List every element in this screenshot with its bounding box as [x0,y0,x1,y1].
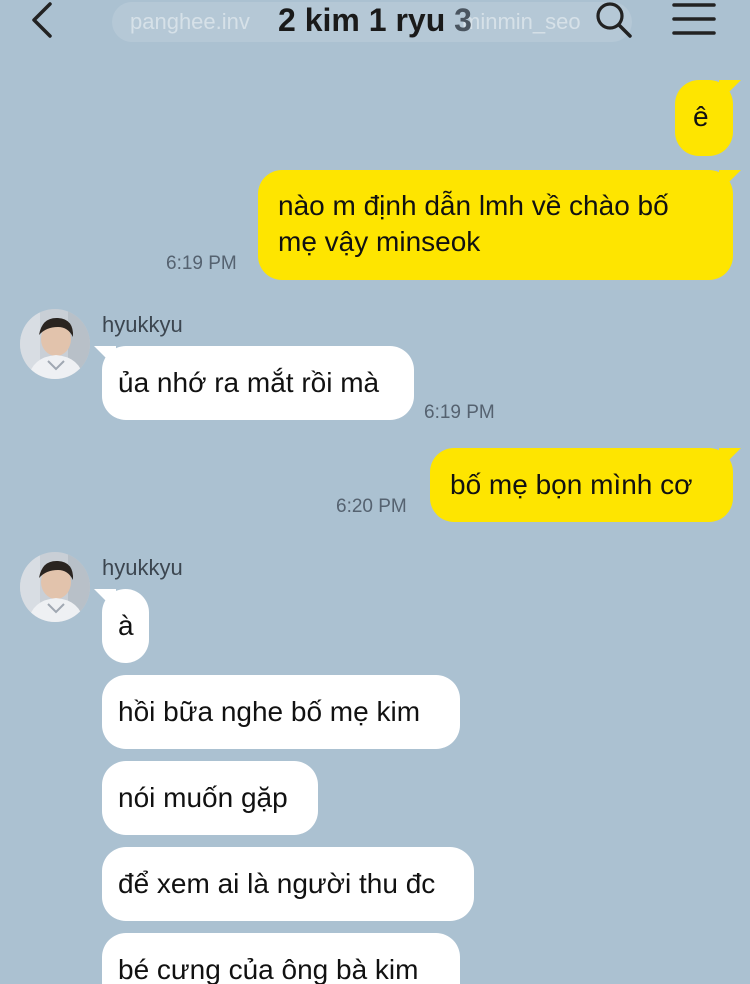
message-text: à [118,610,134,641]
message-bubble-other[interactable]: bé cưng của ông bà kim [102,933,460,984]
message-text: bé cưng của ông bà kim [118,954,419,984]
hamburger-menu-icon [672,3,716,35]
message-bubble-other[interactable]: nói muốn gặp [102,761,318,835]
avatar[interactable] [20,552,90,622]
message-bubble-mine[interactable]: ê [675,80,733,156]
message-text: nào m định dẫn lmh về chào bố mẹ vậy min… [278,190,669,257]
message-bubble-mine[interactable]: nào m định dẫn lmh về chào bố mẹ vậy min… [258,170,733,280]
chevron-left-icon [32,2,52,38]
message-timestamp: 6:19 PM [424,402,495,423]
watermark-right: minmin_seo [462,9,581,34]
chat-header: panghee.inv minmin_seo 2 kim 1 ryu 3 [0,0,750,44]
watermark-overlay: panghee.inv minmin_seo [112,2,632,42]
profile-photo-icon [20,309,90,379]
message-bubble-other[interactable]: để xem ai là người thu đc [102,847,474,921]
message-text: nói muốn gặp [118,782,288,813]
avatar[interactable] [20,309,90,379]
message-text: ê [693,101,709,132]
message-text: hồi bữa nghe bố mẹ kim [118,696,421,727]
message-bubble-mine[interactable]: bố mẹ bọn mình cơ [430,448,733,522]
message-timestamp: 6:20 PM [336,496,407,517]
back-button[interactable] [24,0,64,40]
message-bubble-other[interactable]: ủa nhớ ra mắt rồi mà [102,346,414,420]
message-text: để xem ai là người thu đc [118,868,436,899]
sender-name: hyukkyu [102,312,183,337]
watermark-left: panghee.inv [130,9,250,34]
sender-name: hyukkyu [102,555,183,580]
message-bubble-other[interactable]: à [102,589,149,663]
search-icon [596,2,632,38]
message-text: bố mẹ bọn mình cơ [450,469,693,500]
menu-button[interactable] [670,0,718,40]
profile-photo-icon [20,552,90,622]
search-button[interactable] [592,0,636,40]
message-text: ủa nhớ ra mắt rồi mà [118,367,380,398]
message-bubble-other[interactable]: hồi bữa nghe bố mẹ kim [102,675,460,749]
message-timestamp: 6:19 PM [166,253,237,274]
